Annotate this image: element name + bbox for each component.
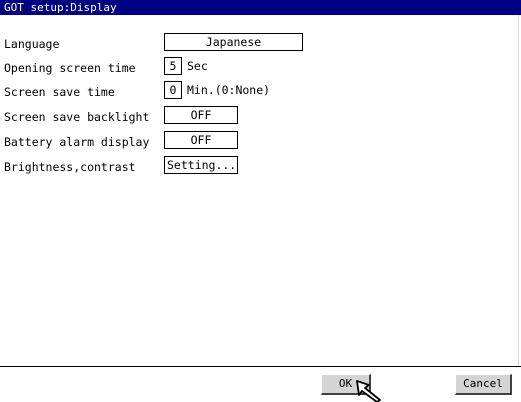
battery-alarm-display-toggle[interactable]: OFF (164, 131, 238, 149)
opening-screen-time-row: Opening screen time 5 Sec (4, 57, 504, 77)
brightness-contrast-row: Brightness,contrast Setting... (4, 156, 504, 176)
language-row: Language Japanese (4, 33, 504, 53)
battery-alarm-display-row: Battery alarm display OFF (4, 131, 504, 151)
right-border-divider (518, 15, 519, 367)
opening-screen-time-unit: Sec (187, 59, 208, 73)
opening-screen-time-input[interactable]: 5 (164, 57, 182, 75)
cancel-button[interactable]: Cancel (455, 374, 512, 395)
screen-save-time-input[interactable]: 0 (164, 81, 182, 99)
window-title: GOT setup:Display (0, 0, 521, 15)
language-label: Language (4, 37, 60, 51)
screen-save-time-label: Screen save time (4, 85, 115, 99)
screen-save-time-row: Screen save time 0 Min.(0:None) (4, 81, 504, 101)
brightness-contrast-label: Brightness,contrast (4, 160, 136, 174)
language-select[interactable]: Japanese (164, 33, 303, 51)
mouse-pointer-icon (356, 380, 381, 402)
screen-save-backlight-toggle[interactable]: OFF (164, 106, 238, 124)
footer-divider (0, 366, 521, 367)
battery-alarm-display-label: Battery alarm display (4, 135, 150, 149)
screen-save-backlight-row: Screen save backlight OFF (4, 106, 504, 126)
screen-save-backlight-label: Screen save backlight (4, 110, 150, 124)
opening-screen-time-label: Opening screen time (4, 61, 136, 75)
screen-save-time-unit: Min.(0:None) (187, 83, 271, 97)
brightness-contrast-setting-button[interactable]: Setting... (164, 156, 238, 174)
